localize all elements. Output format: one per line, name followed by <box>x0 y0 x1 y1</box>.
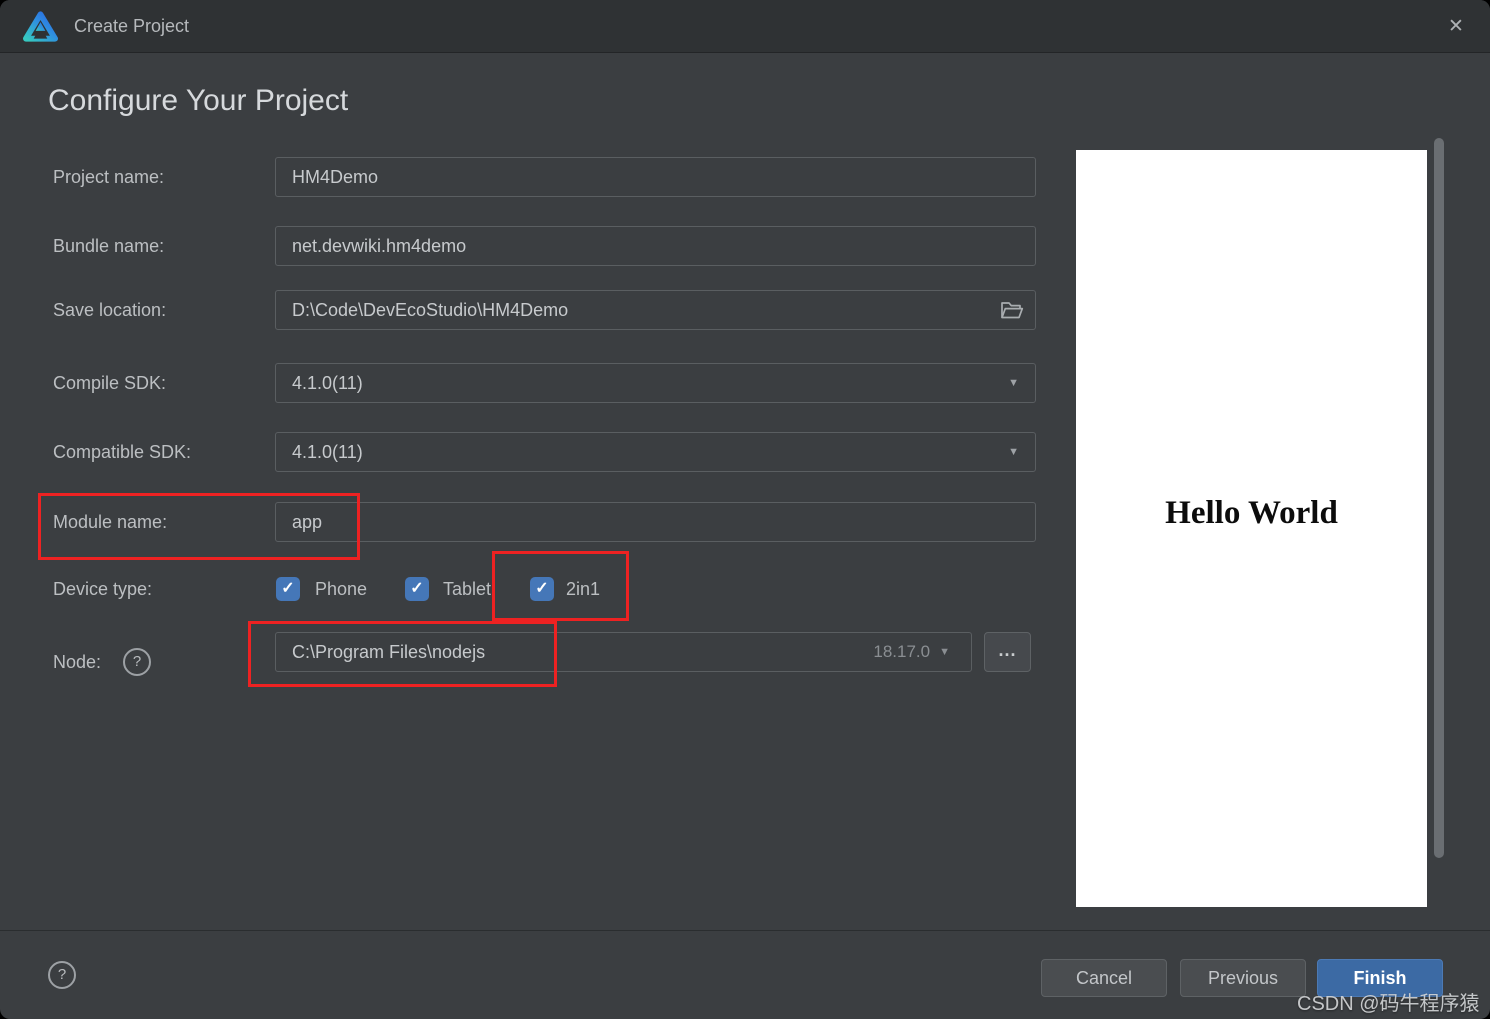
node-version-value: 18.17.0 <box>873 642 931 661</box>
compile-sdk-value: 4.1.0(11) <box>292 372 363 393</box>
project-name-label: Project name: <box>53 167 165 187</box>
checkbox-tablet-label: Tablet <box>443 579 492 599</box>
module-name-input[interactable] <box>275 502 1036 542</box>
compatible-sdk-select[interactable]: 4.1.0(11) ▼ <box>275 432 1036 472</box>
preview-panel: Hello World <box>1076 150 1427 907</box>
footer-divider <box>0 930 1490 931</box>
chevron-down-icon: ▼ <box>1008 377 1019 389</box>
node-version-select[interactable]: 18.17.0 ▼ <box>840 632 950 672</box>
deveco-studio-logo-icon <box>23 11 58 42</box>
browse-button[interactable]: ... <box>984 632 1031 672</box>
chevron-down-icon: ▼ <box>1008 446 1019 458</box>
compile-sdk-select[interactable]: 4.1.0(11) ▼ <box>275 363 1036 403</box>
window-title: Create Project <box>74 16 190 36</box>
compatible-sdk-label: Compatible SDK: <box>53 442 192 462</box>
preview-text: Hello World <box>1165 495 1338 531</box>
help-icon[interactable]: ? <box>123 648 151 676</box>
bundle-name-input[interactable] <box>275 226 1036 266</box>
node-label: Node: <box>53 652 102 672</box>
checkbox-phone[interactable]: ✓ <box>276 577 300 601</box>
title-bar: Create Project ✕ <box>0 0 1490 53</box>
save-location-input[interactable] <box>275 290 1036 330</box>
footer-help-button[interactable]: ? <box>48 961 76 989</box>
previous-button[interactable]: Previous <box>1180 959 1306 997</box>
highlight-box-2in1 <box>492 551 629 621</box>
compile-sdk-label: Compile SDK: <box>53 373 167 393</box>
close-icon[interactable]: ✕ <box>1442 13 1470 41</box>
page-title: Configure Your Project <box>48 84 349 117</box>
save-location-label: Save location: <box>53 300 167 320</box>
project-name-input[interactable] <box>275 157 1036 197</box>
bundle-name-label: Bundle name: <box>53 236 165 256</box>
folder-icon[interactable] <box>1000 300 1024 320</box>
cancel-button[interactable]: Cancel <box>1041 959 1167 997</box>
device-type-label: Device type: <box>53 579 153 599</box>
scrollbar[interactable] <box>1434 138 1444 858</box>
watermark: CSDN @码牛程序猿 <box>1297 993 1480 1015</box>
checkbox-tablet[interactable]: ✓ <box>405 577 429 601</box>
compatible-sdk-value: 4.1.0(11) <box>292 441 363 462</box>
chevron-down-icon: ▼ <box>939 646 950 658</box>
checkbox-phone-label: Phone <box>315 579 368 599</box>
checkbox-2in1[interactable]: ✓ <box>530 577 554 601</box>
module-name-label: Module name: <box>53 512 168 532</box>
checkbox-2in1-label: 2in1 <box>566 579 601 599</box>
create-project-dialog: Create Project ✕ Configure Your Project … <box>0 0 1490 1019</box>
